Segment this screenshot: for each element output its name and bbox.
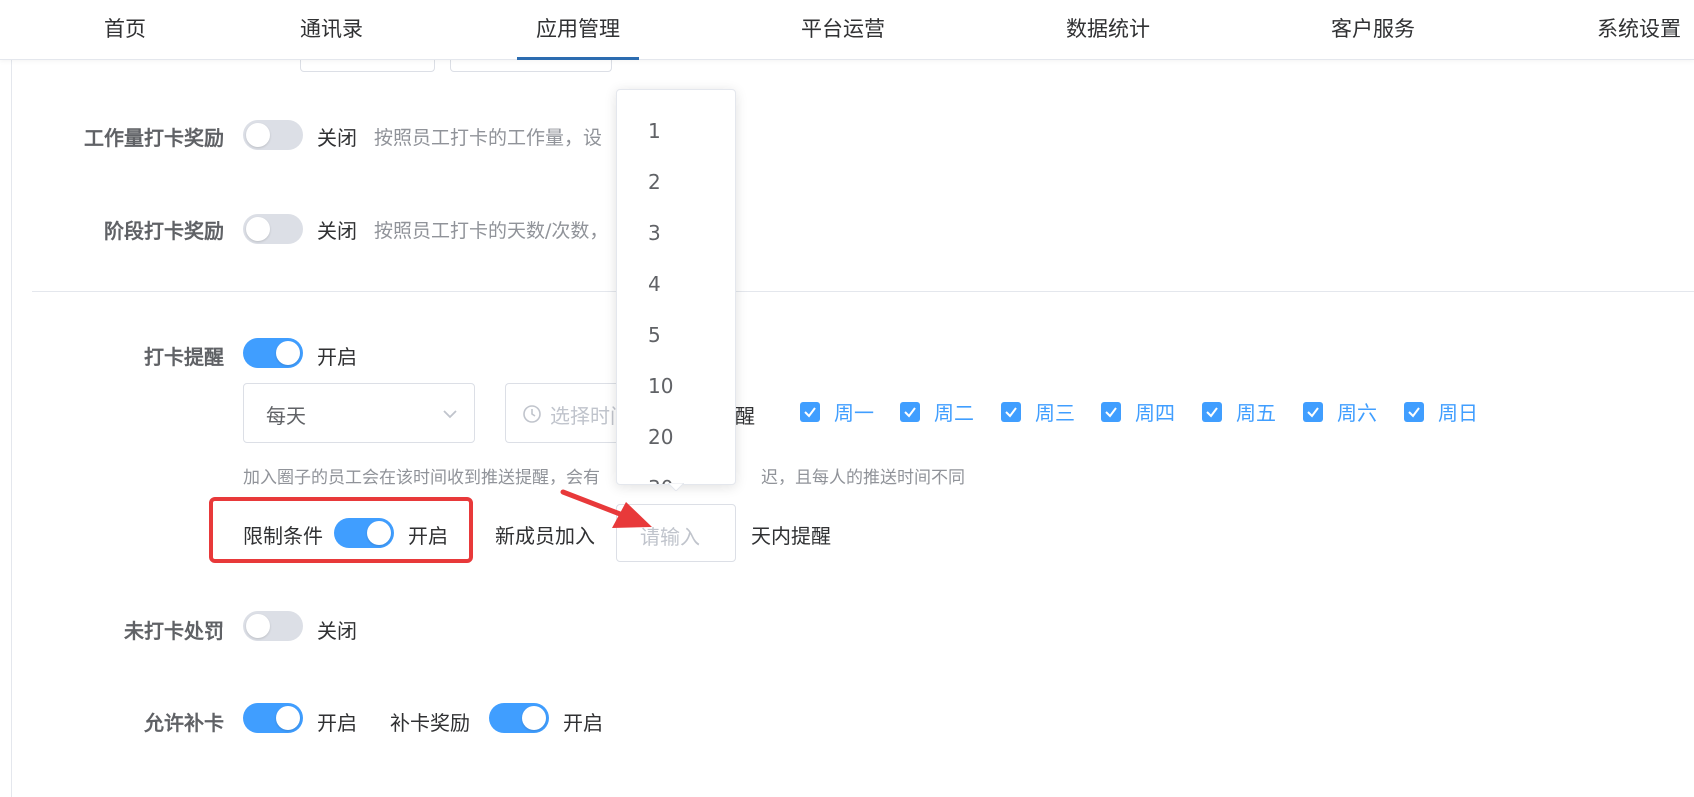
annotation-arrow-icon xyxy=(560,489,652,528)
